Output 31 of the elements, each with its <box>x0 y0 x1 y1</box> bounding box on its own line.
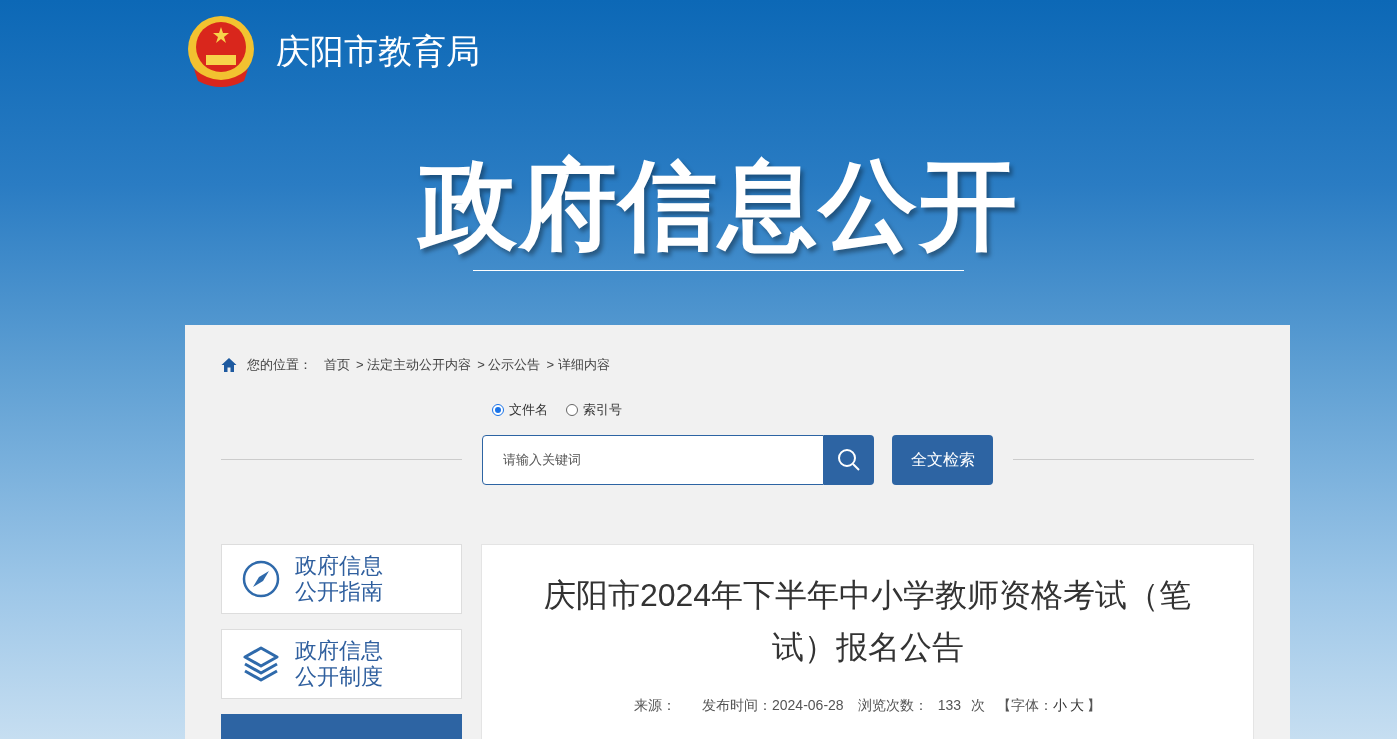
article-title: 庆阳市2024年下半年中小学教师资格考试（笔试）报名公告 <box>542 575 1193 667</box>
layers-icon <box>242 644 280 683</box>
publish-date: 发布时间：2024-06-28 <box>702 695 844 715</box>
breadcrumb-link[interactable]: > 法定主动公开内容 <box>356 355 472 375</box>
source-label: 来源： <box>634 695 676 715</box>
emblem-icon <box>186 15 256 87</box>
breadcrumb-label: 您的位置： <box>247 356 312 375</box>
compass-icon <box>242 559 280 598</box>
radio-button[interactable] <box>492 403 504 416</box>
sidebar-item[interactable]: 政府信息 公开制度 <box>221 628 462 699</box>
radio-button[interactable] <box>566 403 578 416</box>
breadcrumb-link[interactable]: > 详细内容 <box>546 355 610 375</box>
font-size-link[interactable]: 小 <box>1053 694 1067 716</box>
radio-option[interactable]: 文件名 <box>492 400 548 420</box>
banner-title: 政府信息公开 <box>418 156 1019 254</box>
breadcrumb-link[interactable]: 首页 <box>324 355 350 375</box>
sidebar-item[interactable]: 政府信息 公开指南 <box>221 543 462 614</box>
font-size-label: 【字体： <box>997 695 1053 715</box>
home-icon <box>221 357 237 373</box>
search-button[interactable] <box>824 434 874 485</box>
font-size-link[interactable]: 大 <box>1070 694 1084 716</box>
site-title: 庆阳市教育局 <box>276 30 480 72</box>
search-icon <box>837 447 861 472</box>
radio-option[interactable]: 索引号 <box>566 400 622 420</box>
font-size-bracket: 】 <box>1087 695 1101 715</box>
views-unit: 次 <box>971 695 985 715</box>
search-field[interactable]: 请输入关键词 <box>482 434 824 485</box>
views-label: 浏览次数： <box>857 695 928 715</box>
breadcrumb-link[interactable]: > 公示公告 <box>477 355 541 375</box>
fulltext-search-button[interactable]: 全文检索 <box>892 434 993 485</box>
views-count: 133 <box>937 695 961 715</box>
